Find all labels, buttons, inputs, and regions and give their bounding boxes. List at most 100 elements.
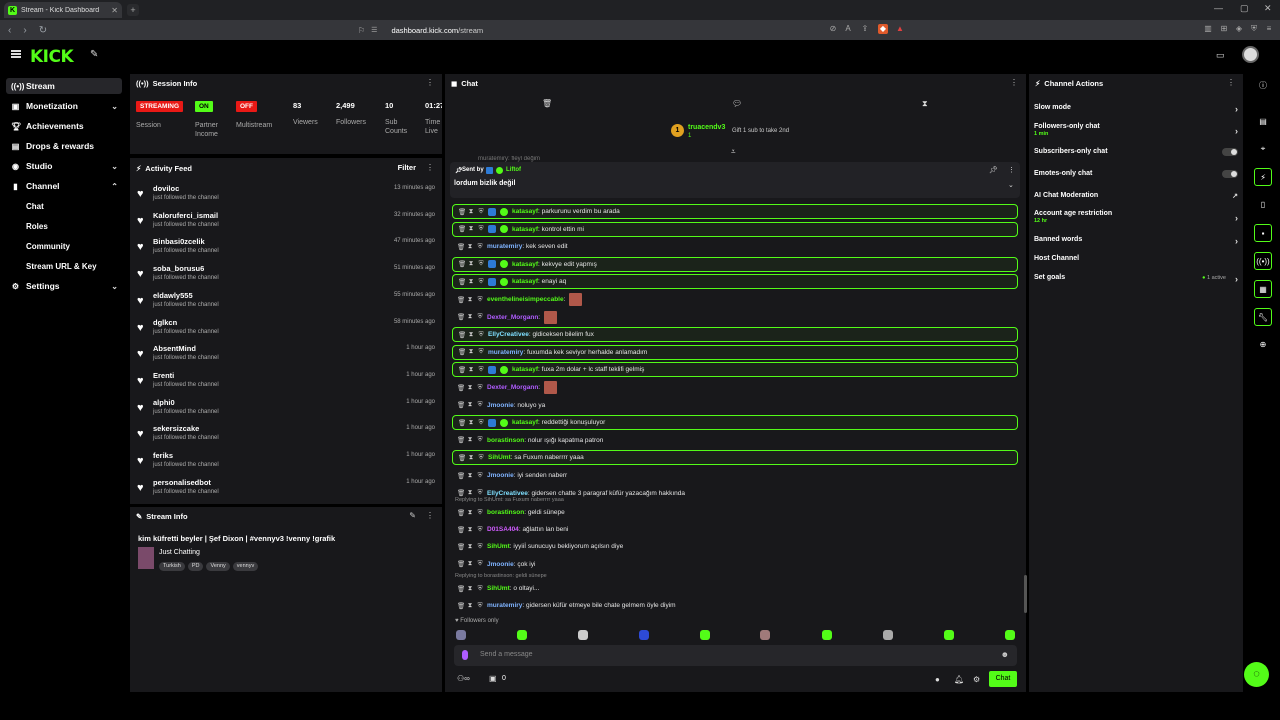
more-options-icon[interactable]: ⋮ (1010, 78, 1018, 87)
chat-username[interactable]: eventhelineisimpeccable (487, 296, 564, 303)
age-restriction-row[interactable]: Account age restriction 12 hr › (1034, 210, 1240, 224)
filter-button[interactable]: Filter (398, 163, 416, 172)
pin-icon[interactable]: ✎ (90, 49, 98, 60)
activity-username[interactable]: sekersizcake (153, 424, 199, 433)
shield-icon[interactable]: ⛨ (477, 585, 483, 593)
hourglass-icon[interactable]: ⧗ (468, 331, 474, 339)
stats-icon[interactable]: ▦ (1254, 280, 1272, 298)
trash-icon[interactable]: 🗑︎ (457, 436, 465, 444)
chat-bubble-icon[interactable]: ▪ (1254, 224, 1272, 242)
activity-row[interactable]: ♥ AbsentMind just followed the channel 1 ho… (137, 342, 437, 368)
hourglass-icon[interactable]: ⧗ (468, 419, 474, 427)
more-options-icon[interactable]: ⋮ (1008, 166, 1015, 174)
chat-username[interactable]: EllyCreativee (488, 331, 529, 338)
emote-icon[interactable] (822, 630, 832, 640)
sidebar-sub-chat[interactable]: Chat (26, 202, 44, 211)
chat-message[interactable]: 🗑︎ ⧗ ⛨ muratemiry: kek seven edit (452, 239, 1018, 254)
avatar[interactable] (1242, 46, 1259, 63)
activity-row[interactable]: ♥ Kaloruferci_ismail just followed the cha… (137, 209, 437, 235)
minimize-icon[interactable]: — (1214, 3, 1223, 13)
emotes-only-row[interactable]: Emotes-only chat (1034, 170, 1240, 178)
shield-icon[interactable]: ⛨ (477, 472, 483, 480)
help-chat-icon[interactable]: ◌ (1244, 662, 1269, 687)
sidebar-item-settings[interactable]: ⚙ Settings ⌄ (6, 278, 122, 294)
shield-icon[interactable]: ⛨ (477, 560, 483, 568)
crosshair-icon[interactable]: ⌖ (1254, 140, 1272, 158)
more-options-icon[interactable]: ⋮ (426, 163, 434, 172)
activity-row[interactable]: ♥ Binbasi0zcelik just followed the channel… (137, 235, 437, 261)
trash-icon[interactable]: 🗑︎ (457, 602, 465, 610)
activity-username[interactable]: AbsentMind (153, 344, 196, 353)
sidebar-item-achievements[interactable]: 🏆︎ Achievements (6, 118, 122, 134)
lightning-icon[interactable]: ⚡︎ (1254, 168, 1272, 186)
hourglass-icon[interactable]: ⧗ (467, 296, 473, 304)
trash-icon[interactable]: 🗑︎ (457, 472, 465, 480)
translate-icon[interactable]: A (843, 24, 853, 34)
shield-icon[interactable]: ⛨ (477, 436, 483, 444)
browser-menu-icon[interactable]: ≡ (1264, 24, 1274, 34)
chat-bubble-icon[interactable]: ● (935, 675, 940, 684)
chat-message[interactable]: 🗑︎ ⧗ ⛨ katasayf: kekvye edit yapmış (452, 256, 1018, 272)
edit-icon[interactable]: ✎ (409, 511, 416, 520)
chat-message[interactable]: 🗑︎ ⧗ ⛨ SihUmt: sa Fuxum naberrrr yaaa (452, 450, 1018, 466)
chat-message[interactable]: 🗑︎ ⧗ ⛨ eventhelineisimpeccable: (452, 292, 1018, 307)
url-bar[interactable]: ⚐ ☰ dashboard.kick.com/stream (352, 22, 908, 38)
activity-username[interactable]: personalisedbot (153, 478, 211, 487)
broadcast-icon[interactable]: ((•)) (1254, 252, 1272, 270)
sidebar-item-stream[interactable]: ((•)) Stream (6, 78, 122, 94)
shield-icon[interactable]: ⛨ (478, 419, 484, 427)
shield-icon[interactable]: ⛨ (478, 366, 484, 374)
chat-message[interactable]: 🗑︎ ⧗ ⛨ borastinson: nolur ışığı kapatma pat… (452, 433, 1018, 448)
tag[interactable]: vennyv (232, 562, 259, 571)
shield-icon[interactable]: ⛨ (477, 384, 483, 392)
chat-message[interactable]: 🗑︎ ⧗ ⛨ katasayf: fuxa 2m dolar + lc staff t… (452, 362, 1018, 378)
hourglass-icon[interactable]: ⧗ (467, 243, 473, 251)
chat-username[interactable]: Dexter_Morgann (487, 314, 538, 321)
extensions-icon[interactable]: ⊞ (1219, 24, 1229, 34)
shield-icon[interactable]: ⛨ (477, 543, 483, 551)
hourglass-icon[interactable]: ⧗ (468, 225, 474, 233)
activity-username[interactable]: Erenti (153, 371, 174, 380)
chat-username[interactable]: katasayf (512, 208, 538, 215)
sidebar-toggle-icon[interactable]: ▥ (1203, 24, 1213, 34)
chat-username[interactable]: D01SA404 (487, 526, 519, 533)
trash-icon[interactable]: 🗑︎ (457, 560, 465, 568)
hourglass-icon[interactable]: ⧗ (467, 602, 473, 610)
hourglass-icon[interactable]: ⧗ (468, 278, 474, 286)
hourglass-icon[interactable]: ⧗ (467, 509, 473, 517)
category-name[interactable]: Just Chatting (159, 549, 200, 556)
shield-icon[interactable]: ⛨ (478, 278, 484, 286)
bell-icon[interactable]: 🔔︎ (954, 675, 964, 684)
chat-message[interactable]: 🗑︎ ⧗ ⛨ Jmoonie: noluyo ya (452, 398, 1018, 413)
emote-icon[interactable] (760, 630, 770, 640)
info-icon[interactable]: ⓘ (1254, 77, 1272, 95)
chat-username[interactable]: Jmoonie (487, 402, 514, 409)
hourglass-icon[interactable]: ⧗ (467, 401, 473, 409)
trash-icon[interactable]: 🗑︎ (458, 366, 466, 374)
chat-message[interactable]: 🗑︎ ⧗ ⛨ Jmoonie: iyi senden naberr (452, 468, 1018, 483)
kick-logo[interactable]: KICK (30, 47, 74, 67)
puzzle-icon[interactable]: ⊕ (1254, 336, 1272, 354)
chat-message[interactable]: 🗑︎ ⧗ ⛨ D01SA404: ağlattın lan beni (452, 522, 1018, 537)
activity-username[interactable]: alphi0 (153, 398, 175, 407)
chat-message[interactable]: 🗑︎ ⧗ ⛨ SihUmt: iyyiiİ sunucuyu bekliyorum a… (452, 539, 1018, 554)
trash-icon[interactable]: 🗑︎ (458, 454, 466, 462)
activity-row[interactable]: ♥ sekersizcake just followed the channel 1 … (137, 422, 437, 448)
hourglass-icon[interactable]: ⧗ (467, 313, 473, 321)
chat-message[interactable]: 🗑︎ ⧗ ⛨ katasayf: parkurunu verdim bu arada (452, 204, 1018, 219)
trash-icon[interactable]: 🗑︎ (542, 99, 552, 108)
emote-icon[interactable] (517, 630, 527, 640)
activity-row[interactable]: ♥ dglkcn just followed the channel 58 minut… (137, 316, 437, 342)
chat-message[interactable]: 🗑︎ ⧗ ⛨ katasayf: reddettiği konuşuluyor (452, 415, 1018, 431)
chevron-down-icon[interactable]: ⌄ (1008, 181, 1014, 189)
chat-username[interactable]: muratemiry (488, 349, 523, 356)
tag[interactable]: PD (187, 562, 204, 571)
chat-message[interactable]: 🗑︎ ⧗ ⛨ muratemiry: fuxumda kek seviyor herh… (452, 344, 1018, 360)
shield-icon[interactable]: ⛨ (478, 348, 484, 356)
bookmark-icon[interactable]: ⚐ (358, 26, 365, 35)
trash-icon[interactable]: 🗑︎ (458, 208, 466, 216)
new-tab-button[interactable]: + (127, 4, 139, 16)
pinned-message[interactable] (450, 162, 1020, 198)
chat-username[interactable]: katasayf (512, 278, 538, 285)
set-goals-row[interactable]: Set goals ● 1 active › (1034, 274, 1240, 284)
